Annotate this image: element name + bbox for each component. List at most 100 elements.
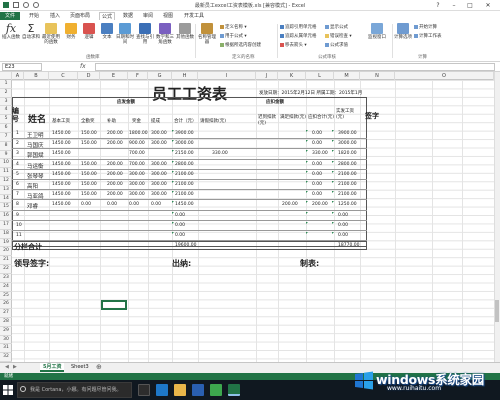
column-header[interactable]: I [198,72,256,80]
cell-no[interactable]: 6 [16,182,19,187]
row-header[interactable]: 3 [0,98,12,107]
row-header[interactable]: 20 [0,247,12,257]
row-header[interactable]: 14 [0,195,12,204]
tab-home[interactable]: 开始 [27,12,41,20]
file-explorer-icon[interactable] [174,384,186,396]
cell-actual[interactable]: 3900.00 [338,131,357,136]
remove-arrows-button[interactable]: 移去箭头 ▾ [280,42,307,48]
row-header[interactable]: 4 [0,106,12,116]
cell-ot[interactable]: 700.00 [129,151,145,156]
cell-sub[interactable]: 200.00 [107,162,123,167]
cell-ot[interactable]: 300.00 [129,172,145,177]
cell-no[interactable]: 10 [16,223,22,228]
cell-ot[interactable]: 300.00 [129,192,145,197]
cell-sub[interactable]: 200.00 [107,182,123,187]
cell-ot[interactable]: 0.00 [129,202,139,207]
cell-actual[interactable]: 2100.00 [338,172,357,177]
cell-base[interactable]: 1450.00 [52,151,71,156]
tab-page-layout[interactable]: 页面布局 [68,12,92,20]
column-header[interactable]: C [49,72,78,80]
row-header[interactable]: 29 [0,327,12,336]
row-header[interactable]: 10 [0,159,12,169]
cell-base[interactable]: 1450.00 [52,182,71,187]
row-header[interactable]: 28 [0,318,12,327]
cell-actual[interactable]: 0.00 [338,213,348,218]
row-header[interactable]: 13 [0,186,12,195]
evaluate-formula-button[interactable]: 公式求值 [325,42,348,48]
sheet-tab-may-payroll[interactable]: 5月工资 [40,363,65,372]
row-header[interactable]: 23 [0,274,12,283]
tab-file[interactable]: 文件 [0,12,20,20]
cell-actual[interactable]: 0.00 [338,223,348,228]
row-header[interactable]: 31 [0,344,12,354]
tab-insert[interactable]: 插入 [48,12,62,20]
cell-total[interactable]: 3900.00 [175,131,194,136]
cell-actual[interactable]: 1250.00 [338,202,357,207]
cell-dt[interactable]: 0.00 [312,162,322,167]
tab-developer[interactable]: 开发工具 [182,12,206,20]
cell-pd[interactable]: 330.00 [212,151,228,156]
cell-sub[interactable]: 200.00 [107,172,123,177]
row-header[interactable]: 30 [0,336,12,345]
cell-sub[interactable]: 200.00 [107,141,123,146]
cell-dt[interactable]: 0.00 [312,192,322,197]
row-header[interactable]: 19 [0,239,12,248]
cell-total[interactable]: 0.00 [175,223,185,228]
row-header[interactable]: 24 [0,283,12,292]
cell-bonus[interactable]: 300.00 [151,141,167,146]
cell-total[interactable]: 0.00 [175,213,185,218]
sheet-tab-sheet3[interactable]: Sheet3 [68,363,92,372]
cell-base[interactable]: 1450.00 [52,202,71,207]
recent-functions-button[interactable]: 最近使用的函数 [42,23,60,45]
use-in-formula-button[interactable]: 用于公式 ▾ [220,33,247,39]
row-header[interactable]: 8 [0,142,12,151]
task-view-icon[interactable] [138,384,150,396]
column-header[interactable]: J [256,72,278,80]
name-box[interactable]: E23 [2,63,42,71]
cell-bonus[interactable]: 300.00 [151,162,167,167]
cell-name[interactable]: 马亚鸽 [27,192,44,200]
scroll-right-icon[interactable]: ▶ [10,363,20,372]
cell-pos[interactable]: 150.00 [81,141,97,146]
cell-bonus[interactable]: 0.00 [151,202,161,207]
cell-dt[interactable]: 0.00 [312,141,322,146]
selected-cell[interactable] [101,300,127,310]
trace-precedents-button[interactable]: 追踪引用单元格 [280,24,317,30]
excel-taskbar-icon[interactable] [228,384,240,396]
math-trig-button[interactable]: 数学和三角函数 [156,23,174,45]
cell-no[interactable]: 3 [16,151,19,156]
cell-pos[interactable]: 150.00 [81,172,97,177]
cell-name[interactable]: 马国庆 [27,141,44,149]
store-icon[interactable] [192,384,204,396]
cell-total[interactable]: 0.00 [175,233,185,238]
insert-function-icon[interactable]: fx [80,63,86,70]
row-header[interactable]: 11 [0,168,12,177]
cell-bonus[interactable]: 300.00 [151,192,167,197]
row-header[interactable]: 1 [0,80,12,89]
tab-review[interactable]: 审阅 [141,12,155,20]
cell-no[interactable]: 4 [16,162,19,167]
row-header[interactable]: 17 [0,221,12,230]
cell-base[interactable]: 1450.00 [52,162,71,167]
row-header[interactable]: 2 [0,89,12,98]
watch-window-button[interactable]: 监视窗口 [368,23,386,40]
cell-no[interactable]: 11 [16,233,22,238]
cell-no[interactable]: 5 [16,172,19,177]
trace-dependents-button[interactable]: 追踪从属单元格 [280,33,317,39]
worksheet-grid[interactable]: 员工工资表 发放日期：2015年2月12日 所属工期：2015年1月 编号 姓名… [12,80,494,362]
error-checking-button[interactable]: 错误检查 ▾ [325,33,352,39]
name-manager-button[interactable]: 名称管理器 [198,23,216,45]
tab-view[interactable]: 视图 [161,12,175,20]
cell-pos[interactable]: 150.00 [81,192,97,197]
row-header[interactable]: 5 [0,115,12,125]
cell-pos[interactable]: 0.00 [81,202,91,207]
cell-name[interactable]: 张琴琴 [27,172,44,180]
row-header[interactable]: 32 [0,353,12,362]
cell-base[interactable]: 1450.00 [52,141,71,146]
redo-icon[interactable] [33,2,39,8]
column-header[interactable]: L [306,72,334,80]
cell-base[interactable]: 1450.00 [52,131,71,136]
row-header[interactable]: 16 [0,212,12,221]
column-header[interactable]: D [78,72,100,80]
cell-actual[interactable]: 2100.00 [338,192,357,197]
